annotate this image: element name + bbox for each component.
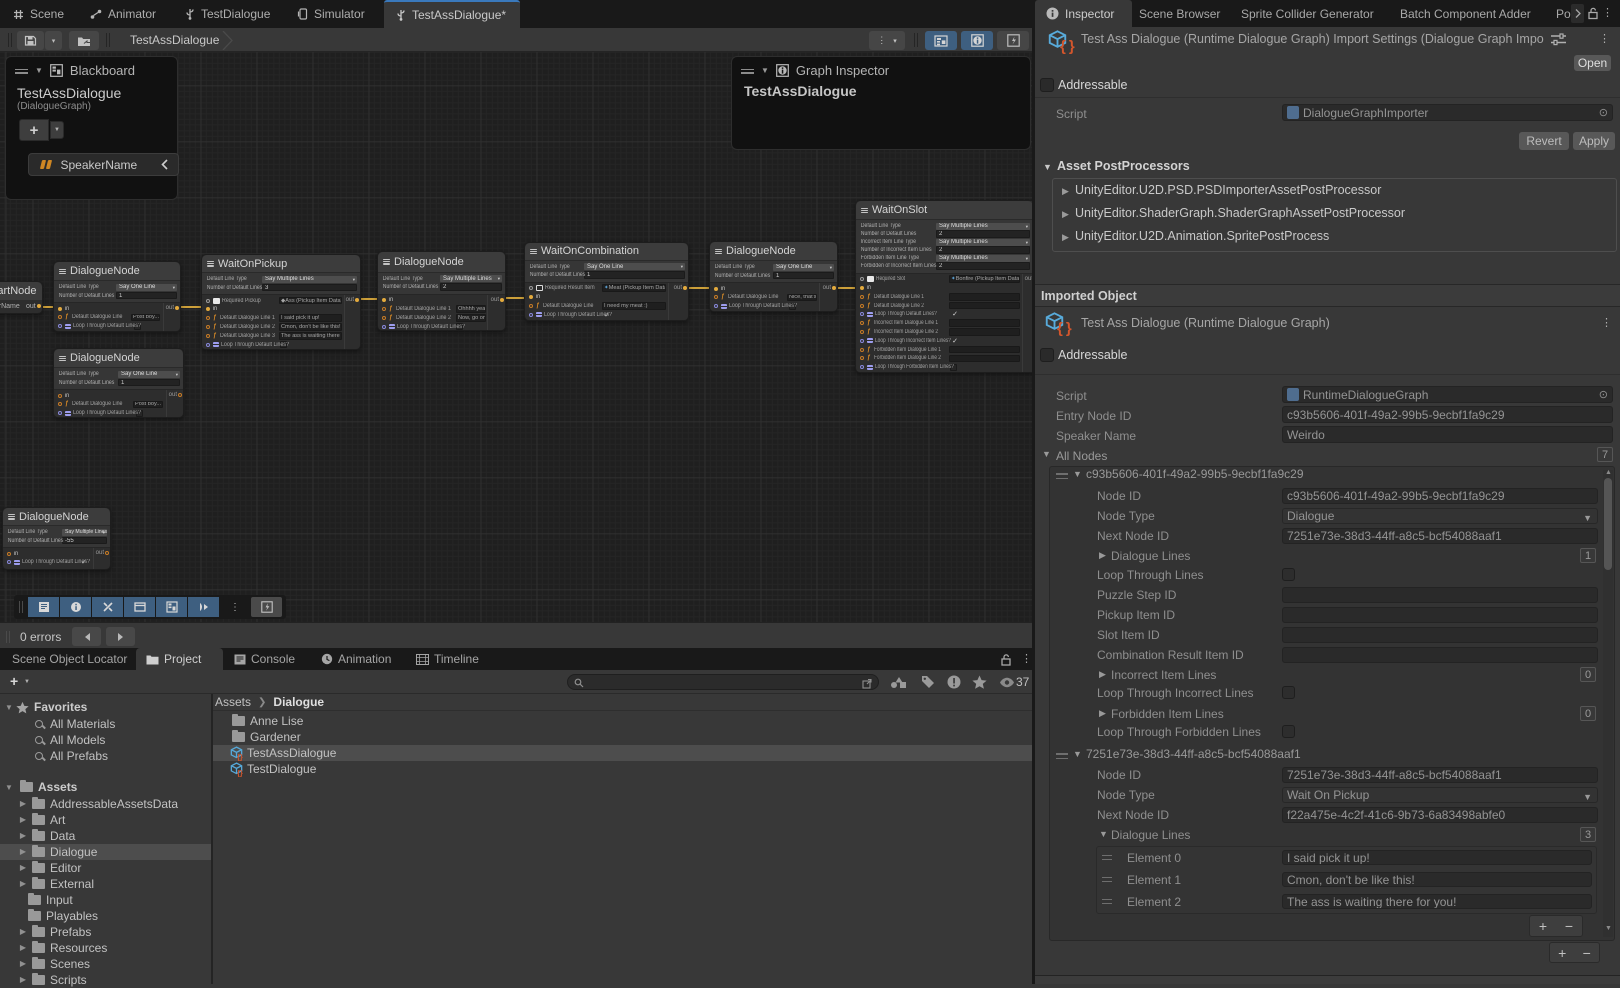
- svg-text:{}: {}: [237, 768, 243, 776]
- svg-text:{}: {}: [237, 752, 243, 760]
